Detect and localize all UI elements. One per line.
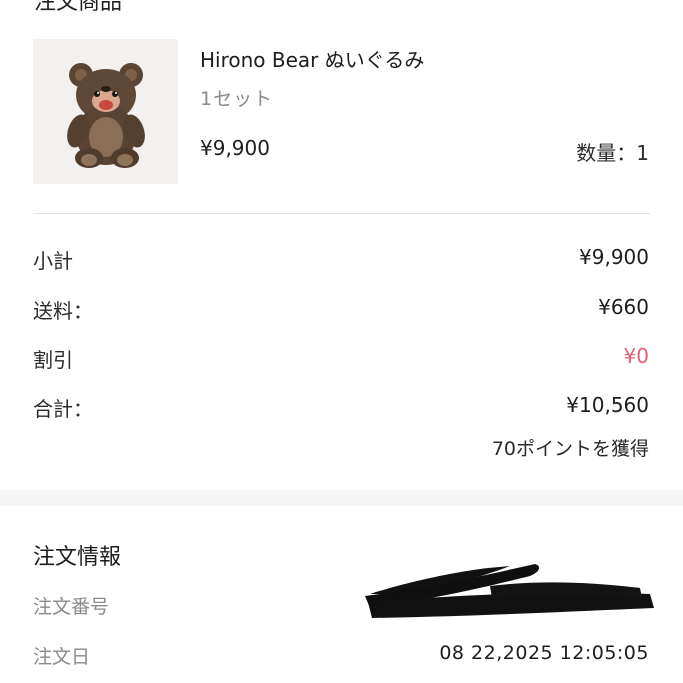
total-value: ¥10,560 xyxy=(566,393,649,417)
subtotal-row: 小計 ¥9,900 xyxy=(33,245,649,275)
product-price: ¥9,900 xyxy=(200,136,270,160)
discount-value: ¥0 xyxy=(623,344,649,368)
redaction-mark xyxy=(360,556,660,626)
order-date-value: 08 22,2025 12:05:05 xyxy=(439,642,649,664)
product-name[interactable]: Hirono Bear ぬいぐるみ xyxy=(200,44,424,73)
divider xyxy=(33,213,650,214)
product-quantity: 数量：1 xyxy=(576,141,649,165)
points-earned: 70ポイントを獲得 xyxy=(491,438,649,460)
total-label: 合計： xyxy=(33,397,93,421)
shipping-row: 送料： ¥660 xyxy=(33,295,649,325)
order-date-label: 注文日 xyxy=(33,646,91,668)
discount-row: 割引 ¥0 xyxy=(33,344,649,374)
subtotal-label: 小計 xyxy=(33,249,73,273)
product-thumbnail[interactable] xyxy=(33,39,178,184)
order-number-label: 注文番号 xyxy=(33,596,110,618)
order-detail-page: 注文商品 Hirono Bear ぬいぐるみ 1セット ¥9,900 数量：1 … xyxy=(0,0,683,683)
product-variant: 1セット xyxy=(200,88,274,110)
teddy-bear-image xyxy=(67,63,145,168)
shipping-label: 送料： xyxy=(33,299,93,323)
section-separator xyxy=(0,490,683,506)
order-date-row: 注文日 08 22,2025 12:05:05 xyxy=(33,642,649,672)
discount-label: 割引 xyxy=(33,348,73,372)
order-info-title: 注文情報 xyxy=(33,545,122,570)
subtotal-value: ¥9,900 xyxy=(579,245,649,269)
shipping-value: ¥660 xyxy=(598,295,649,319)
product-item[interactable]: Hirono Bear ぬいぐるみ 1セット ¥9,900 数量：1 xyxy=(0,0,683,214)
total-row: 合計： ¥10,560 xyxy=(33,393,649,423)
